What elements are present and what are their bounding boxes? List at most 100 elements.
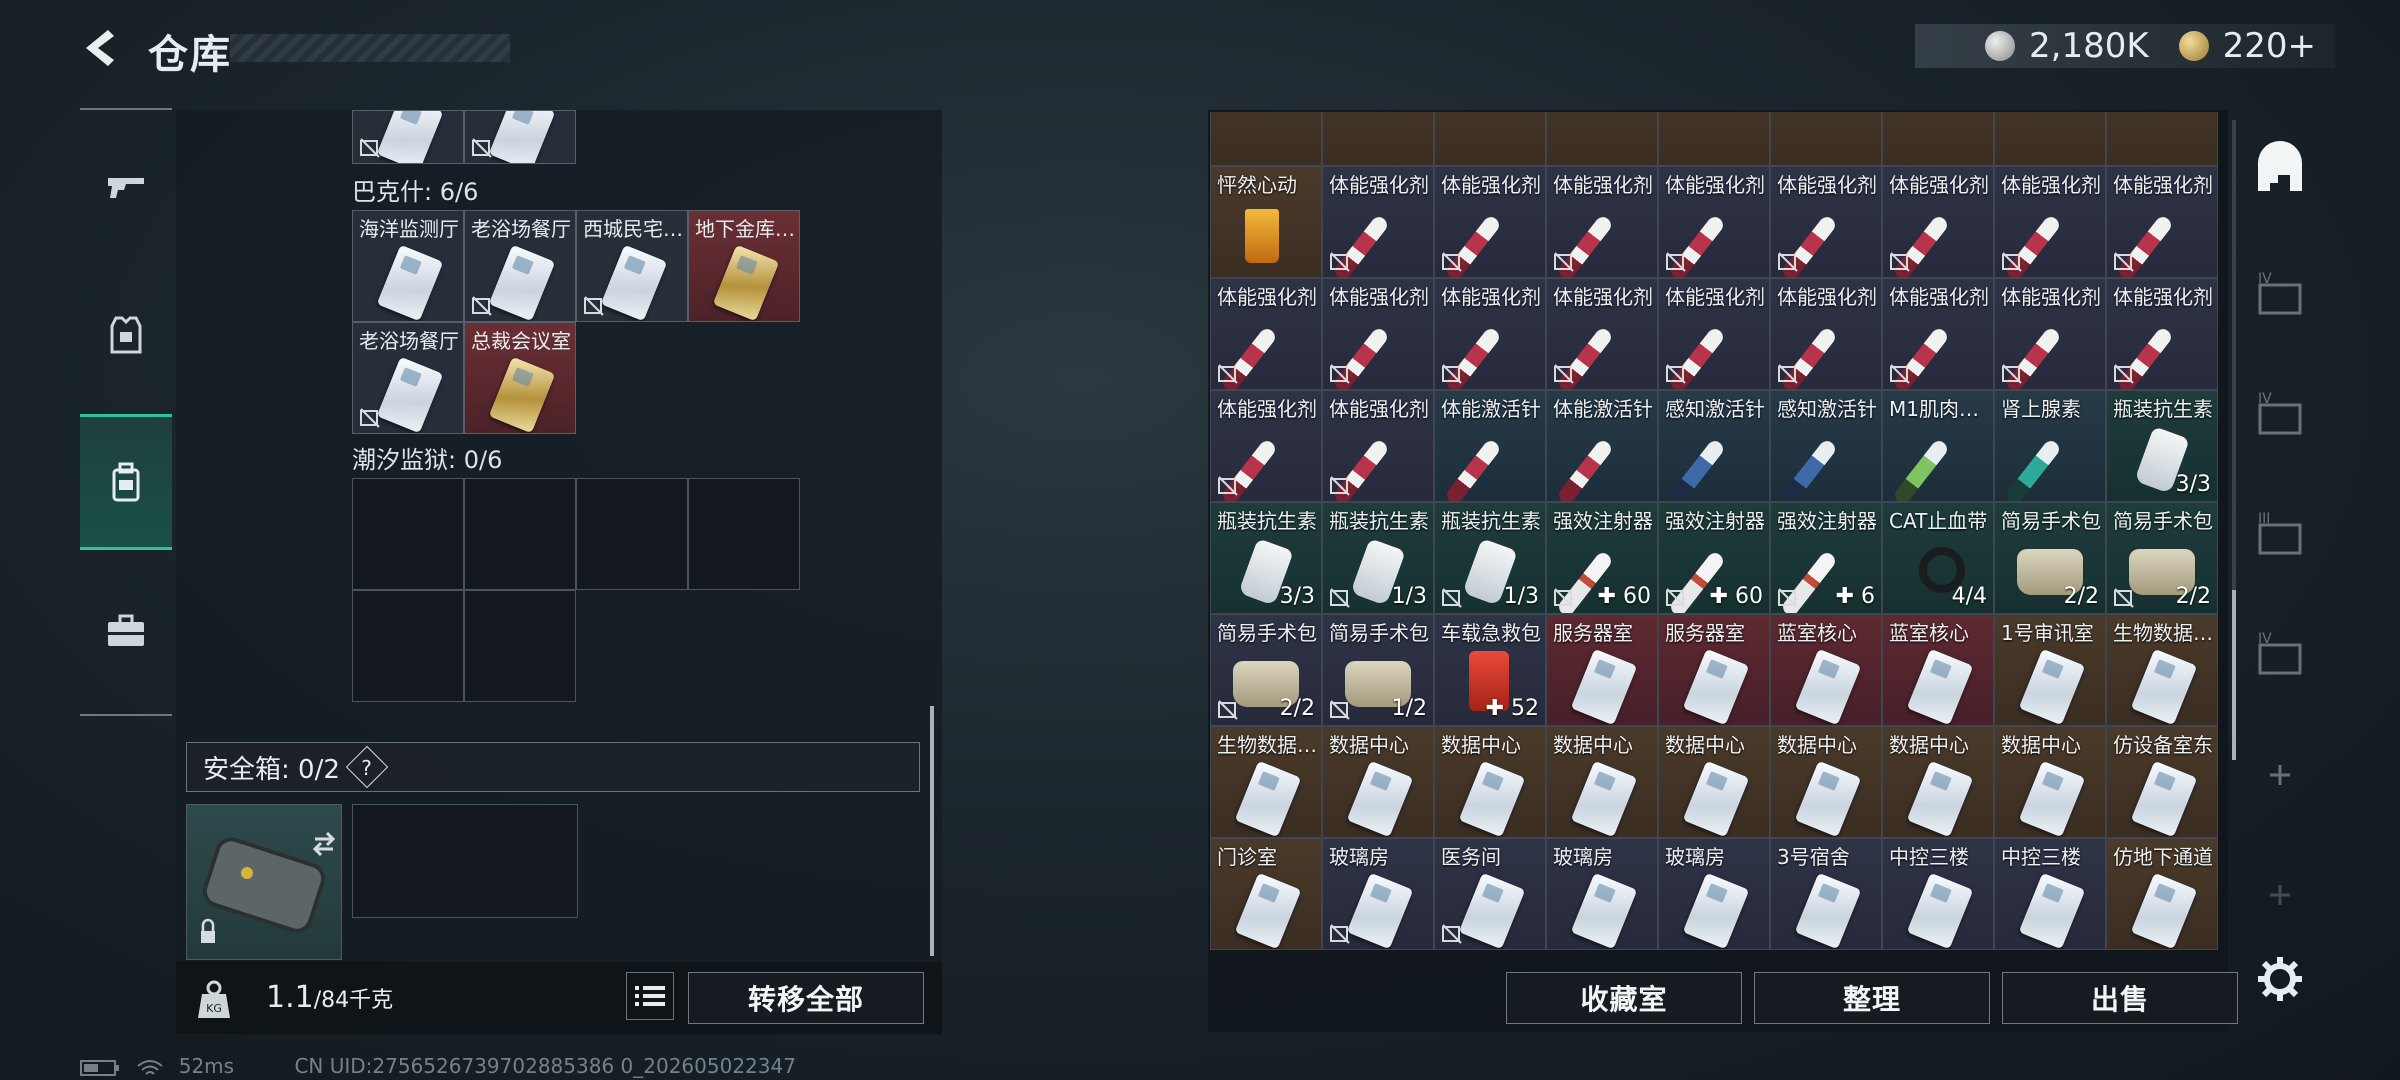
help-button[interactable]: ?	[345, 745, 389, 789]
rail-armor[interactable]	[80, 266, 172, 402]
item-cell[interactable]: 瓶装抗生素 3/3	[2106, 390, 2218, 502]
item-cell[interactable]: 体能强化剂	[1546, 278, 1658, 390]
item-cell[interactable]: 体能强化剂	[1658, 278, 1770, 390]
stash-scrollbar[interactable]	[930, 706, 934, 956]
item-cell[interactable]: 玻璃房	[1322, 838, 1434, 950]
item-cell[interactable]: 生物数据…	[1210, 726, 1322, 838]
item-cell[interactable]: 简易手术包 2/2	[2106, 502, 2218, 614]
settings-button[interactable]	[2244, 924, 2316, 1034]
item-cell[interactable]: 数据中心	[1882, 726, 1994, 838]
item-cell[interactable]: 3号宿舍	[1770, 838, 1882, 950]
item-cell[interactable]: 中控三楼	[1882, 838, 1994, 950]
rail-weapons[interactable]	[80, 118, 172, 254]
rail-container-iv[interactable]: IV	[2244, 240, 2316, 350]
item-cell[interactable]: 体能强化剂	[1434, 166, 1546, 278]
item-cell[interactable]: 体能强化剂	[1210, 278, 1322, 390]
empty-slot[interactable]	[352, 590, 464, 702]
item-cell[interactable]: 玻璃房	[1658, 838, 1770, 950]
keycard-slot[interactable]: 老浴场餐厅	[352, 322, 464, 434]
item-cell[interactable]	[1546, 112, 1658, 166]
keycard-slot[interactable]: 海洋监测厅	[352, 210, 464, 322]
item-cell[interactable]: 仿地下通道	[2106, 838, 2218, 950]
item-cell[interactable]	[1322, 112, 1434, 166]
item-cell[interactable]: 仿设备室东	[2106, 726, 2218, 838]
item-cell[interactable]: 玻璃房	[1546, 838, 1658, 950]
stash-cell[interactable]	[464, 110, 576, 164]
item-cell[interactable]: 体能强化剂	[1994, 166, 2106, 278]
item-cell[interactable]: 体能强化剂	[1994, 278, 2106, 390]
item-cell[interactable]: 瓶装抗生素 1/3	[1322, 502, 1434, 614]
add-container-button[interactable]	[2244, 720, 2316, 830]
item-cell[interactable]: 体能强化剂	[1658, 166, 1770, 278]
safe-box[interactable]	[186, 804, 342, 960]
empty-slot[interactable]	[576, 478, 688, 590]
item-cell[interactable]: 感知激活针	[1770, 390, 1882, 502]
stash-cell[interactable]	[352, 110, 464, 164]
item-cell[interactable]: 强效注射器 ✚ 6	[1770, 502, 1882, 614]
keycard-slot[interactable]: 老浴场餐厅	[464, 210, 576, 322]
item-cell[interactable]: 体能强化剂	[1770, 278, 1882, 390]
sell-button[interactable]: 出售	[2002, 972, 2238, 1024]
item-cell[interactable]: 简易手术包 2/2	[1210, 614, 1322, 726]
item-cell[interactable]: 体能强化剂	[1882, 166, 1994, 278]
empty-slot[interactable]	[464, 478, 576, 590]
item-cell[interactable]: 体能强化剂	[1322, 278, 1434, 390]
item-cell[interactable]	[1770, 112, 1882, 166]
keycard-slot[interactable]: 西城民宅…	[576, 210, 688, 322]
rail-backpack[interactable]	[80, 414, 172, 550]
item-cell[interactable]: 感知激活针	[1658, 390, 1770, 502]
empty-slot[interactable]	[688, 478, 800, 590]
keycard-slot[interactable]: 地下金库…	[688, 210, 800, 322]
item-cell[interactable]: 瓶装抗生素 3/3	[1210, 502, 1322, 614]
item-cell[interactable]: 数据中心	[1322, 726, 1434, 838]
item-cell[interactable]: 体能强化剂	[2106, 166, 2218, 278]
item-cell[interactable]: 中控三楼	[1994, 838, 2106, 950]
safe-empty-slot[interactable]	[352, 804, 578, 918]
gold-amount[interactable]: 220+	[2223, 26, 2316, 66]
item-cell[interactable]: 体能强化剂	[1434, 278, 1546, 390]
item-cell[interactable]	[1994, 112, 2106, 166]
item-cell[interactable]: M1肌肉…	[1882, 390, 1994, 502]
item-cell[interactable]: 体能强化剂	[1770, 166, 1882, 278]
keycard-slot[interactable]: 总裁会议室	[464, 322, 576, 434]
list-view-button[interactable]	[626, 972, 674, 1020]
item-cell[interactable]: 生物数据…	[2106, 614, 2218, 726]
rail-container-iv[interactable]: IV	[2244, 360, 2316, 470]
item-cell[interactable]: 体能强化剂	[2106, 278, 2218, 390]
item-cell[interactable]: 数据中心	[1770, 726, 1882, 838]
item-cell[interactable]	[1210, 112, 1322, 166]
item-cell[interactable]: 肾上腺素	[1994, 390, 2106, 502]
item-cell[interactable]: 数据中心	[1434, 726, 1546, 838]
item-cell[interactable]: 蓝室核心	[1770, 614, 1882, 726]
item-cell[interactable]: 体能强化剂	[1322, 166, 1434, 278]
empty-slot[interactable]	[464, 590, 576, 702]
item-cell[interactable]	[1658, 112, 1770, 166]
item-cell[interactable]: 医务间	[1434, 838, 1546, 950]
item-cell[interactable]: 简易手术包 1/2	[1322, 614, 1434, 726]
item-cell[interactable]: 数据中心	[1994, 726, 2106, 838]
item-cell[interactable]: 数据中心	[1546, 726, 1658, 838]
item-cell[interactable]	[1434, 112, 1546, 166]
item-cell[interactable]: 车载急救包 ✚ 52	[1434, 614, 1546, 726]
item-cell[interactable]: 体能强化剂	[1546, 166, 1658, 278]
item-cell[interactable]: 强效注射器 ✚ 60	[1658, 502, 1770, 614]
item-cell[interactable]: 1号审讯室	[1994, 614, 2106, 726]
item-cell[interactable]: 数据中心	[1658, 726, 1770, 838]
item-cell[interactable]	[2106, 112, 2218, 166]
item-cell[interactable]: 怦然心动	[1210, 166, 1322, 278]
item-cell[interactable]	[1882, 112, 1994, 166]
item-cell[interactable]: 强效注射器 ✚ 60	[1546, 502, 1658, 614]
rail-case[interactable]	[80, 562, 172, 698]
item-cell[interactable]: 体能激活针	[1434, 390, 1546, 502]
item-cell[interactable]: 简易手术包 2/2	[1994, 502, 2106, 614]
item-cell[interactable]: 服务器室	[1546, 614, 1658, 726]
sort-button[interactable]: 整理	[1754, 972, 1990, 1024]
item-cell[interactable]: CAT止血带 4/4	[1882, 502, 1994, 614]
item-cell[interactable]: 门诊室	[1210, 838, 1322, 950]
item-cell[interactable]: 体能强化剂	[1322, 390, 1434, 502]
rail-stash-home[interactable]	[2244, 114, 2316, 224]
item-cell[interactable]: 服务器室	[1658, 614, 1770, 726]
item-cell[interactable]: 体能强化剂	[1210, 390, 1322, 502]
transfer-all-button[interactable]: 转移全部	[688, 972, 924, 1024]
collection-room-button[interactable]: 收藏室	[1506, 972, 1742, 1024]
